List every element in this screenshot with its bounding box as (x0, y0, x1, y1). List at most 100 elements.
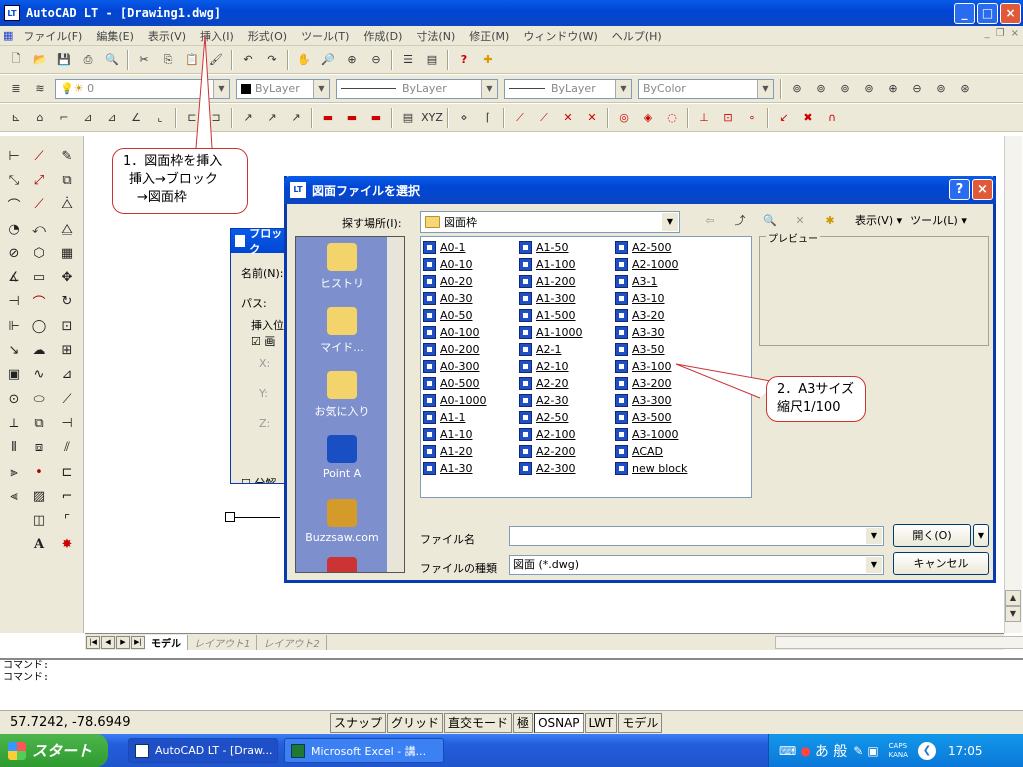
file-item[interactable]: A1-1000 (519, 324, 583, 341)
coordinates-readout[interactable]: 57.7242, -78.6949 (0, 715, 330, 730)
menu-insert[interactable]: 挿入(I) (193, 28, 241, 44)
offset-icon[interactable]: ⧋ (56, 217, 78, 241)
file-item[interactable]: A3-100 (615, 358, 687, 375)
tray-expand-icon[interactable]: ❮ (917, 741, 936, 760)
place-favorites[interactable]: お気に入り (296, 371, 388, 419)
tab-model[interactable]: モデル (145, 634, 188, 650)
file-item[interactable]: A1-1 (423, 409, 487, 426)
osnap-toggle[interactable]: OSNAP (534, 712, 584, 733)
autocad-app-icon[interactable]: LT (4, 5, 20, 21)
file-item[interactable]: A1-500 (519, 307, 583, 324)
arc-icon[interactable]: ⌒ (28, 290, 50, 314)
place-my-documents[interactable]: マイド... (296, 307, 388, 355)
keyboard-icon[interactable]: ⌨ (779, 744, 796, 758)
copy-object-icon[interactable]: ⧉ (56, 168, 78, 192)
chevron-down-icon[interactable]: ▼ (615, 79, 631, 98)
move-icon[interactable]: ✥ (56, 265, 78, 289)
color-combo[interactable]: ByLayer ▼ (236, 78, 330, 99)
rectangle-icon[interactable]: ▭ (28, 265, 50, 289)
file-item[interactable]: A3-300 (615, 392, 687, 409)
explode-icon[interactable]: ✸ (56, 533, 78, 557)
rotate-icon[interactable]: ↻ (56, 290, 78, 314)
grid-toggle[interactable]: グリッド (387, 712, 444, 733)
menu-draw[interactable]: 作成(D) (356, 28, 409, 44)
dim-jog-icon[interactable]: ⫴ (3, 436, 25, 460)
insert-block-icon[interactable]: ⧉ (28, 411, 50, 435)
command-window[interactable]: コマンド: コマンド: (0, 658, 1023, 704)
layer-combo[interactable]: 💡☀ 0 ▼ (55, 78, 230, 99)
paste-icon[interactable]: 📋 (181, 49, 203, 71)
doc-minimize-icon[interactable]: _ (985, 28, 990, 39)
snap-nearest-icon[interactable]: ↙ (773, 107, 795, 129)
redo-icon[interactable]: ↷ (261, 49, 283, 71)
revcloud-icon[interactable]: ☁ (28, 338, 50, 362)
osnap-from-icon[interactable]: ⌈ (477, 107, 499, 129)
dim-style-icon[interactable]: ▤ (397, 107, 419, 129)
cut-icon[interactable]: ✂ (133, 49, 155, 71)
chevron-down-icon[interactable]: ▼ (757, 79, 773, 98)
copy-icon[interactable]: ⎘ (157, 49, 179, 71)
chamfer-icon[interactable]: ⌐ (56, 484, 78, 508)
center-mark-icon[interactable]: ↗ (285, 107, 307, 129)
osnap-settings-icon[interactable]: ∩ (821, 107, 843, 129)
place-history[interactable]: ヒストリ (296, 243, 388, 291)
file-item[interactable]: A2-50 (519, 409, 583, 426)
file-item[interactable]: A1-200 (519, 273, 583, 290)
linear-dim-icon[interactable]: ⊾ (5, 107, 27, 129)
explode-checkbox[interactable]: ☐ 分解 (241, 475, 276, 483)
dim-center-icon[interactable]: ⊙ (3, 387, 25, 411)
file-item[interactable]: A2-200 (519, 443, 583, 460)
print-icon[interactable]: ⎙ (77, 49, 99, 71)
dim-override-icon[interactable]: XYZ (421, 107, 443, 129)
new-icon[interactable]: 🗋 (5, 49, 27, 71)
zoom-extents-icon[interactable]: ⊛ (954, 78, 976, 100)
filename-input[interactable]: ▼ (509, 526, 884, 546)
layer-manager-icon[interactable]: ≣ (5, 78, 27, 100)
arc3-icon[interactable]: ⤺ (28, 217, 50, 241)
open-options-button[interactable]: ▼ (973, 524, 989, 547)
snap-center-icon[interactable]: ◎ (613, 107, 635, 129)
menu-window[interactable]: ウィンドウ(W) (516, 28, 604, 44)
zoom-window-icon[interactable]: ⊕ (341, 49, 363, 71)
dim-diameter-icon[interactable]: ⊘ (3, 241, 25, 265)
zoom-out-icon[interactable]: ⊖ (906, 78, 928, 100)
chevron-down-icon[interactable]: ▼ (662, 213, 678, 231)
zoom-realtime-icon[interactable]: 🔎 (317, 49, 339, 71)
file-item[interactable]: A2-20 (519, 375, 583, 392)
task-excel[interactable]: Microsoft Excel - 講... (284, 738, 444, 763)
snap-node-icon[interactable]: ∘ (741, 107, 763, 129)
ime-icon[interactable]: ● (800, 744, 810, 758)
snap-toggle[interactable]: スナップ (330, 712, 387, 733)
cancel-button[interactable]: キャンセル (893, 552, 989, 575)
ray-icon[interactable]: ⤢ (28, 168, 50, 192)
file-item[interactable]: A2-10 (519, 358, 583, 375)
next-tab-icon[interactable]: ▶ (116, 635, 130, 649)
ime-tools-icon[interactable]: ✎ (853, 744, 863, 758)
menu-modify[interactable]: 修正(M) (462, 28, 516, 44)
zoom-window-icon[interactable]: ⊚ (786, 78, 808, 100)
chevron-down-icon[interactable]: ▼ (866, 557, 882, 573)
zoom-previous-icon[interactable]: ⊖ (365, 49, 387, 71)
specify-onscreen-checkbox[interactable]: ☑ 画 (251, 333, 275, 349)
file-item[interactable]: A1-100 (519, 256, 583, 273)
chevron-down-icon[interactable]: ▼ (481, 79, 497, 98)
dim-space-icon[interactable]: ⫸ (3, 460, 25, 484)
continue-dim-icon[interactable]: ⊐ (205, 107, 227, 129)
snap-none-icon[interactable]: ✖ (797, 107, 819, 129)
file-item[interactable]: A2-1 (519, 341, 583, 358)
file-item[interactable]: A0-200 (423, 341, 487, 358)
open-icon[interactable]: 📂 (29, 49, 51, 71)
zoom-dynamic-icon[interactable]: ⊚ (810, 78, 832, 100)
start-button[interactable]: スタート (0, 734, 108, 767)
aligned-dim-icon[interactable]: ⌂ (29, 107, 51, 129)
new-folder-icon[interactable]: ✱ (818, 209, 842, 231)
hatch-icon[interactable]: ▨ (28, 484, 50, 508)
leader-icon[interactable]: ↗ (237, 107, 259, 129)
file-item[interactable]: A0-50 (423, 307, 487, 324)
zoom-all-icon[interactable]: ⊚ (930, 78, 952, 100)
spline-icon[interactable]: ∿ (28, 363, 50, 387)
mirror-icon[interactable]: ⧊ (56, 193, 78, 217)
menu-file[interactable]: ファイル(F) (16, 28, 89, 44)
dim-arc-icon[interactable]: ⌒ (3, 193, 25, 217)
views-menu[interactable]: 表示(V) ▾ (855, 212, 902, 228)
